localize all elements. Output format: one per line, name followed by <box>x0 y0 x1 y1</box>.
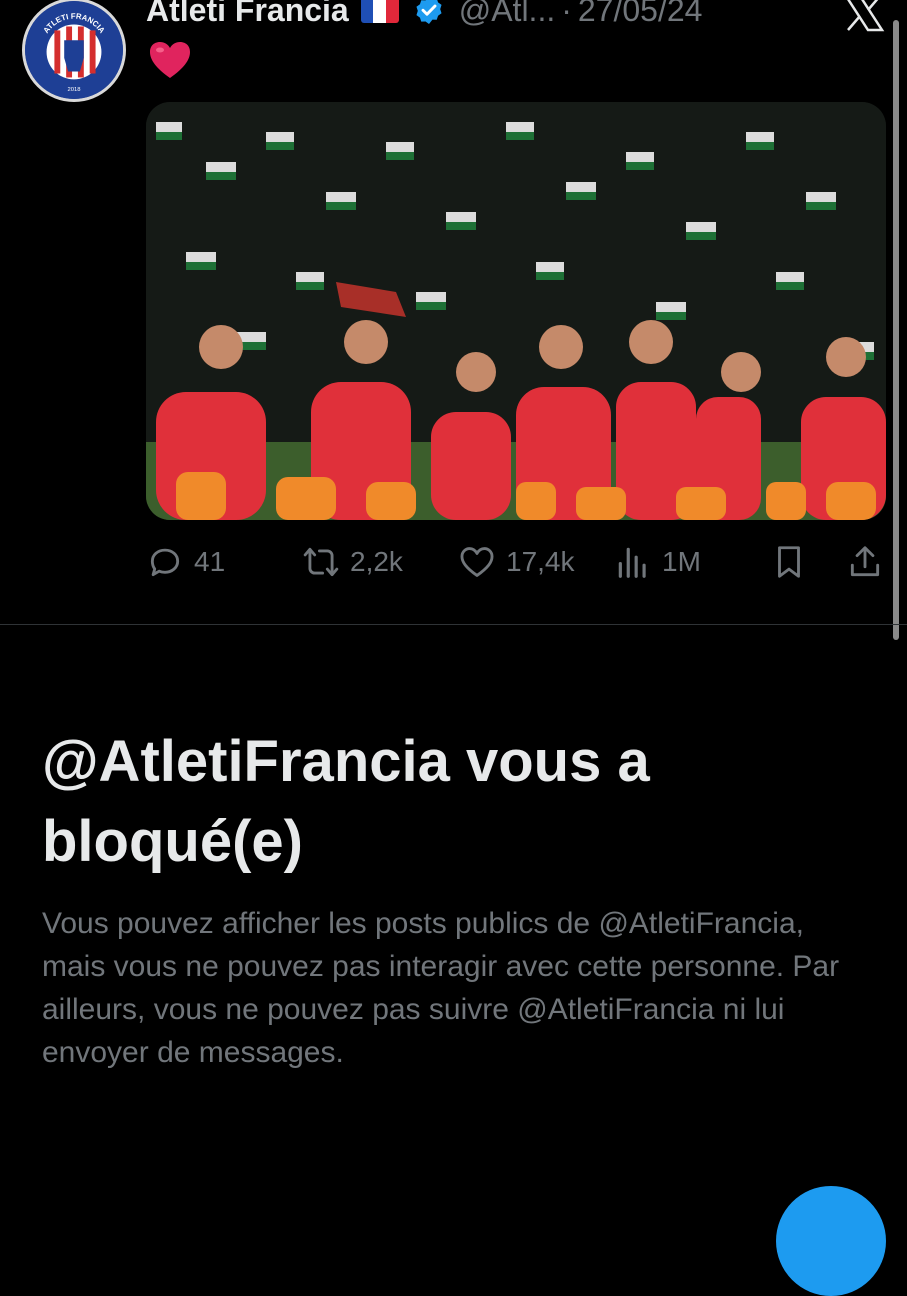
views-count: 1M <box>662 546 701 577</box>
france-flag-icon <box>360 0 399 23</box>
views-button[interactable]: 1M <box>614 540 701 584</box>
post-image[interactable] <box>146 102 886 520</box>
views-icon <box>618 547 646 578</box>
avatar-year: 2018 <box>67 87 81 93</box>
share-button[interactable] <box>846 540 894 584</box>
tweet-header: Atleti Francia @Atl... · 27/05/24 <box>146 0 702 32</box>
display-name[interactable]: Atleti Francia <box>146 0 349 29</box>
avatar[interactable]: ATLETI FRANCIA 2018 <box>22 0 126 102</box>
stadium-photo <box>146 102 886 520</box>
repost-icon <box>303 547 339 577</box>
repost-count: 2,2k <box>350 546 403 577</box>
blocked-title: @AtletiFrancia vous a bloqué(e) <box>42 729 650 874</box>
like-count: 17,4k <box>506 546 575 577</box>
repost-button[interactable]: 2,2k <box>302 540 403 584</box>
separator-dot: · <box>561 0 572 28</box>
reply-count: 41 <box>194 546 226 577</box>
reply-button[interactable]: 41 <box>146 540 225 584</box>
bookmark-button[interactable] <box>770 540 818 584</box>
scrollbar[interactable] <box>893 20 899 640</box>
post-actions: 41 2,2k 17,4k 1M <box>146 540 886 584</box>
tweet: ATLETI FRANCIA 2018 Atleti Francia @Atl.… <box>0 0 907 640</box>
like-button[interactable]: 17,4k <box>458 540 575 584</box>
post-date[interactable]: 27/05/24 <box>578 0 703 29</box>
close-icon[interactable] <box>842 0 886 32</box>
like-icon <box>460 547 494 577</box>
bookmark-icon <box>778 546 800 578</box>
share-icon <box>850 546 880 577</box>
compose-button[interactable] <box>776 1186 886 1296</box>
divider <box>0 624 907 625</box>
heart-emoji-icon <box>150 42 190 78</box>
reply-icon <box>150 548 180 577</box>
club-crest-image: ATLETI FRANCIA 2018 <box>25 1 123 99</box>
verified-badge-icon <box>416 0 442 24</box>
user-handle[interactable]: @Atl... <box>459 0 556 29</box>
blocked-description: Vous pouvez afficher les posts publics d… <box>42 907 840 1069</box>
